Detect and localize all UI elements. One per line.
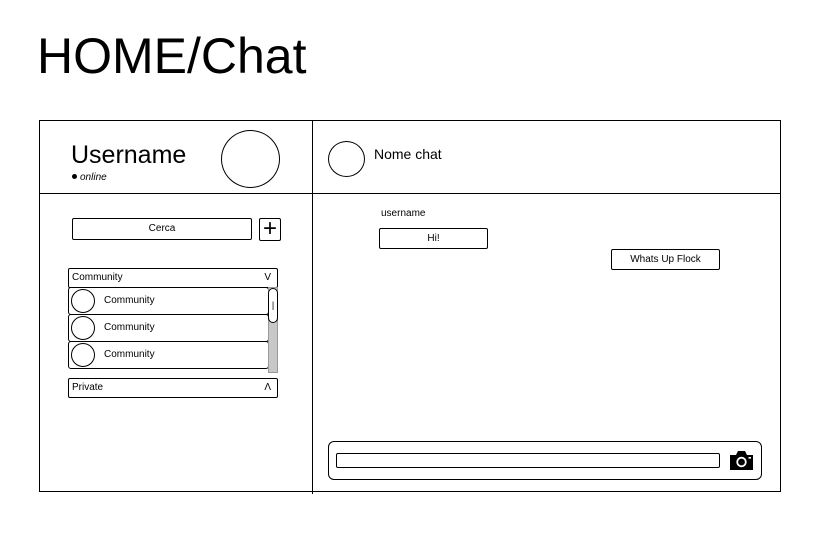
chevron-down-icon: V <box>264 272 271 283</box>
page-title: HOME/Chat <box>37 28 307 84</box>
scrollbar-thumb[interactable]: | <box>268 288 278 323</box>
user-avatar[interactable] <box>221 130 280 188</box>
add-chat-button[interactable]: + <box>259 217 281 241</box>
community-section-toggle[interactable]: Community V <box>68 268 278 288</box>
message-sender: username <box>381 208 426 219</box>
section-label: Community <box>72 272 123 283</box>
list-item[interactable]: Community <box>68 314 269 342</box>
message-bubble-received: Hi! <box>379 228 488 249</box>
section-label: Private <box>72 382 104 393</box>
header-divider <box>39 193 781 194</box>
chevron-up-icon: Λ <box>264 382 271 393</box>
list-item-label: Community <box>104 322 155 333</box>
chat-avatar[interactable] <box>328 141 365 177</box>
message-bubble-sent: Whats Up Flock <box>611 249 720 270</box>
username-label: Username <box>71 141 187 169</box>
status-indicator: online <box>72 172 107 184</box>
private-section-toggle[interactable]: Private Λ <box>68 378 278 398</box>
chat-name: Nome chat <box>374 146 442 162</box>
status-dot-icon <box>72 174 77 179</box>
panel-divider <box>312 120 313 494</box>
list-item[interactable]: Community <box>68 287 269 315</box>
list-item-label: Community <box>104 295 155 306</box>
avatar <box>71 289 95 313</box>
avatar <box>71 343 95 367</box>
message-input[interactable] <box>336 453 720 468</box>
avatar <box>71 316 95 340</box>
search-button[interactable]: Cerca <box>72 218 252 240</box>
list-item-label: Community <box>104 349 155 360</box>
list-item[interactable]: Community <box>68 341 269 369</box>
camera-icon[interactable] <box>729 449 754 471</box>
status-text: online <box>80 172 107 183</box>
